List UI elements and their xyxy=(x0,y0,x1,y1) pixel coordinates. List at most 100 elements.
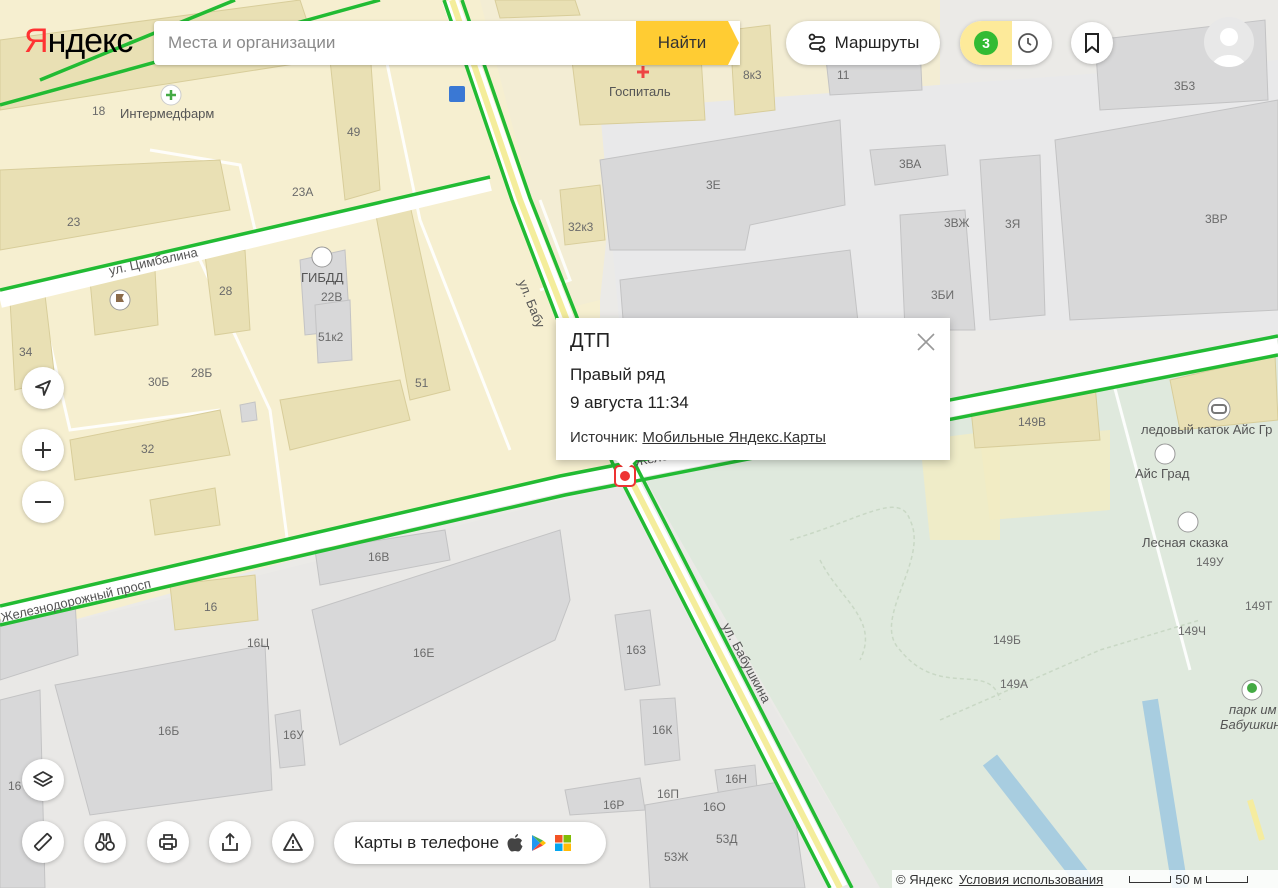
svg-text:3БИ: 3БИ xyxy=(931,288,954,302)
google-play-icon[interactable] xyxy=(531,834,547,852)
route-icon xyxy=(808,33,826,53)
ice-rink-icon[interactable] xyxy=(1207,397,1231,421)
bookmarks-button[interactable] xyxy=(1071,22,1113,64)
svg-text:22В: 22В xyxy=(321,290,342,304)
incident-source-label: Источник: xyxy=(570,429,639,446)
search-button[interactable]: Найти xyxy=(636,21,739,65)
svg-text:23: 23 xyxy=(67,215,81,229)
share-icon xyxy=(222,832,238,851)
svg-text:53Ж: 53Ж xyxy=(664,850,688,864)
poi-label[interactable]: ледовый каток Айс Гр xyxy=(1141,422,1272,437)
poi-label[interactable]: Госпиталь xyxy=(609,84,671,99)
location-arrow-icon xyxy=(35,380,51,396)
svg-text:16К: 16К xyxy=(652,723,672,737)
svg-text:23А: 23А xyxy=(292,185,313,199)
svg-text:3Е: 3Е xyxy=(706,178,721,192)
incident-source-link[interactable]: Мобильные Яндекс.Карты xyxy=(642,429,825,446)
poi-label[interactable]: Айс Град xyxy=(1135,466,1190,481)
svg-text:149Ч: 149Ч xyxy=(1178,624,1206,638)
minus-icon xyxy=(35,501,51,503)
traffic-control[interactable]: 3 xyxy=(960,21,1052,65)
poi-label[interactable]: Интермедфарм xyxy=(120,106,214,121)
search-box: Найти xyxy=(154,21,740,65)
clock-icon[interactable] xyxy=(1016,31,1040,55)
incident-datetime: 9 августа 11:34 xyxy=(570,393,689,412)
layers-button[interactable] xyxy=(22,759,64,801)
scale-label: 50 м xyxy=(1175,871,1203,887)
traffic-level[interactable]: 3 xyxy=(960,21,1012,65)
svg-text:34: 34 xyxy=(19,345,33,359)
svg-text:11: 11 xyxy=(837,68,850,82)
svg-text:16У: 16У xyxy=(283,728,304,742)
svg-text:16: 16 xyxy=(204,600,218,614)
police-icon[interactable] xyxy=(311,246,333,268)
geolocation-button[interactable] xyxy=(22,367,64,409)
svg-text:16П: 16П xyxy=(657,787,679,801)
svg-text:28Б: 28Б xyxy=(191,366,212,380)
restaurant-icon[interactable] xyxy=(1154,443,1176,465)
svg-text:16В: 16В xyxy=(368,550,389,564)
svg-text:16: 16 xyxy=(8,779,22,793)
svg-text:149Б: 149Б xyxy=(993,633,1021,647)
incident-title: ДТП xyxy=(570,330,611,352)
yandex-logo[interactable]: Яндекс xyxy=(24,22,134,61)
map-footer: © Яндекс Условия использования 50 м xyxy=(892,870,1278,888)
user-avatar[interactable] xyxy=(1204,17,1254,67)
svg-text:51: 51 xyxy=(415,376,429,390)
svg-text:149Т: 149Т xyxy=(1245,599,1273,613)
poi-label[interactable]: парк им xyxy=(1229,702,1277,717)
routes-button[interactable]: Маршруты xyxy=(786,21,940,65)
share-button[interactable] xyxy=(209,821,251,863)
svg-text:149В: 149В xyxy=(1018,415,1046,429)
poi-label[interactable]: Лесная сказка xyxy=(1142,535,1229,550)
svg-text:16Б: 16Б xyxy=(158,724,179,738)
plus-icon xyxy=(35,442,51,458)
print-button[interactable] xyxy=(147,821,189,863)
poi-label[interactable]: ГИБДД xyxy=(301,270,344,285)
user-icon xyxy=(1212,28,1246,67)
layers-icon xyxy=(33,771,53,787)
routes-label: Маршруты xyxy=(834,33,920,52)
svg-text:3ВР: 3ВР xyxy=(1205,212,1228,226)
svg-text:16Ц: 16Ц xyxy=(247,636,269,650)
svg-text:32: 32 xyxy=(141,442,155,456)
mobile-apps-label: Карты в телефоне xyxy=(354,833,500,852)
zoom-out-button[interactable] xyxy=(22,481,64,523)
scale-line xyxy=(1129,875,1172,883)
zoom-in-button[interactable] xyxy=(22,429,64,471)
svg-text:28: 28 xyxy=(219,284,233,298)
windows-store-icon[interactable] xyxy=(555,835,572,851)
svg-text:3Я: 3Я xyxy=(1005,217,1020,231)
logo-rest: ндекс xyxy=(47,22,134,60)
panorama-button[interactable] xyxy=(84,821,126,863)
ruler-icon xyxy=(34,833,52,851)
svg-text:3ВЖ: 3ВЖ xyxy=(944,216,970,230)
svg-text:8к3: 8к3 xyxy=(743,68,762,82)
scale-line-right xyxy=(1206,875,1249,883)
poi-label[interactable]: Бабушкин xyxy=(1220,717,1278,732)
svg-text:49: 49 xyxy=(347,125,361,139)
park-icon[interactable] xyxy=(1241,679,1263,701)
search-input[interactable] xyxy=(154,21,652,65)
close-icon[interactable] xyxy=(916,332,936,352)
traffic-level-badge: 3 xyxy=(974,31,998,55)
svg-text:3ВА: 3ВА xyxy=(899,157,921,171)
bus-stop-icon[interactable] xyxy=(449,86,465,102)
flag-icon[interactable] xyxy=(109,289,131,311)
terms-link[interactable]: Условия использования xyxy=(959,872,1103,887)
svg-text:16Р: 16Р xyxy=(603,798,624,812)
report-issue-button[interactable] xyxy=(272,821,314,863)
svg-text:16О: 16О xyxy=(703,800,726,814)
pharmacy-icon[interactable] xyxy=(160,84,182,106)
apple-icon[interactable] xyxy=(507,834,523,852)
mobile-apps-banner[interactable]: Карты в телефоне xyxy=(334,822,606,864)
svg-text:51к2: 51к2 xyxy=(318,330,344,344)
svg-text:53Д: 53Д xyxy=(716,832,737,846)
svg-text:16Н: 16Н xyxy=(725,772,747,786)
svg-text:18: 18 xyxy=(92,104,106,118)
copyright: © Яндекс xyxy=(896,871,953,887)
cafe-icon[interactable] xyxy=(1177,511,1199,533)
warning-icon xyxy=(283,833,303,851)
svg-text:149У: 149У xyxy=(1196,555,1224,569)
ruler-button[interactable] xyxy=(22,821,64,863)
